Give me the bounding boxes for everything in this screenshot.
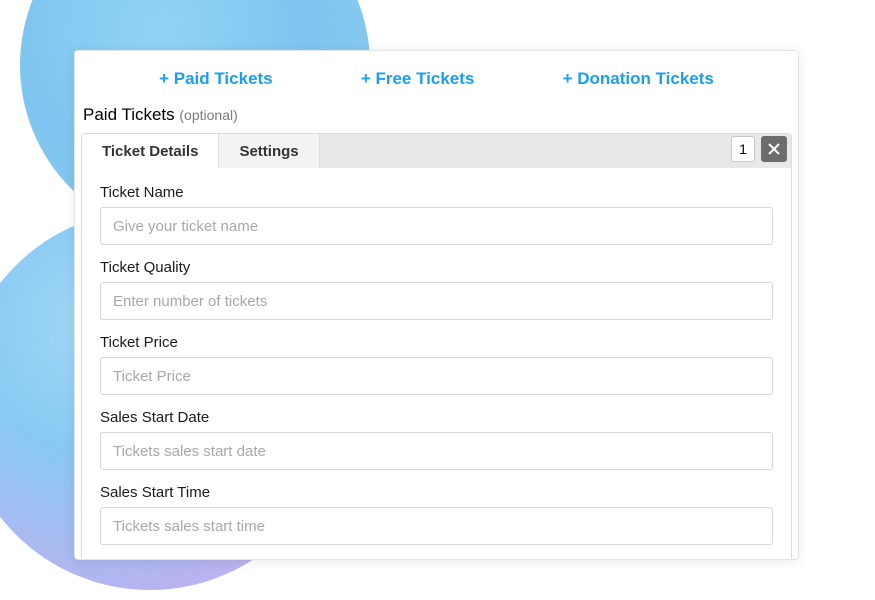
ticket-price-input[interactable]	[100, 357, 773, 395]
ticket-details-form: Ticket Name Ticket Quality Ticket Price …	[82, 168, 791, 560]
ticket-price-label: Ticket Price	[100, 334, 773, 351]
tab-ticket-details[interactable]: Ticket Details	[82, 134, 219, 168]
section-header: Paid Tickets (optional)	[75, 105, 798, 133]
ticket-panel: + Paid Tickets + Free Tickets + Donation…	[74, 50, 799, 560]
ticket-quality-input[interactable]	[100, 282, 773, 320]
close-icon	[768, 143, 780, 155]
sales-start-date-input[interactable]	[100, 432, 773, 470]
field-sales-start-time: Sales Start Time	[100, 484, 773, 545]
close-ticket-button[interactable]	[761, 136, 787, 162]
field-ticket-name: Ticket Name	[100, 184, 773, 245]
ticket-counter: 1	[731, 136, 755, 162]
sales-start-time-label: Sales Start Time	[100, 484, 773, 501]
add-paid-tickets-link[interactable]: + Paid Tickets	[159, 69, 273, 89]
ticket-editor: Ticket Details Settings 1 Ticket Name Ti…	[81, 133, 792, 560]
section-optional-label: (optional)	[179, 107, 237, 123]
ticket-name-label: Ticket Name	[100, 184, 773, 201]
field-ticket-quality: Ticket Quality	[100, 259, 773, 320]
sales-start-time-input[interactable]	[100, 507, 773, 545]
ticket-quality-label: Ticket Quality	[100, 259, 773, 276]
tab-right-controls: 1	[731, 136, 787, 162]
field-ticket-price: Ticket Price	[100, 334, 773, 395]
tab-settings[interactable]: Settings	[219, 134, 319, 168]
ticket-type-row: + Paid Tickets + Free Tickets + Donation…	[75, 51, 798, 105]
field-sales-start-date: Sales Start Date	[100, 409, 773, 470]
add-donation-tickets-link[interactable]: + Donation Tickets	[563, 69, 714, 89]
ticket-name-input[interactable]	[100, 207, 773, 245]
tabs-bar: Ticket Details Settings 1	[82, 134, 791, 168]
section-title: Paid Tickets	[83, 105, 175, 124]
add-free-tickets-link[interactable]: + Free Tickets	[361, 69, 475, 89]
sales-start-date-label: Sales Start Date	[100, 409, 773, 426]
